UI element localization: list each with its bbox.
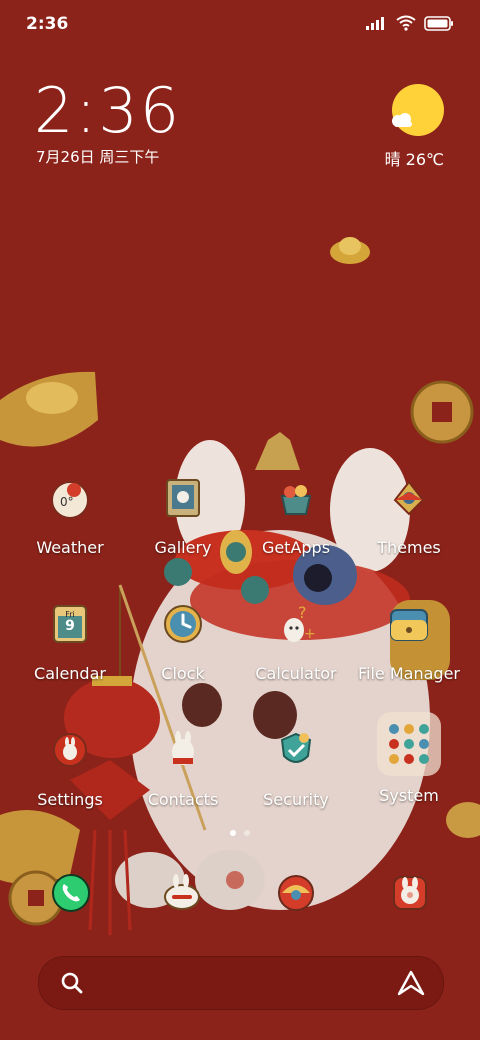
app-contacts[interactable]: Contacts xyxy=(127,728,239,809)
calculator-icon: ? + xyxy=(274,602,318,646)
app-getapps[interactable]: GetApps xyxy=(240,476,352,557)
security-icon xyxy=(274,728,318,772)
app-settings[interactable]: Settings xyxy=(14,728,126,809)
app-calculator[interactable]: ? + Calculator xyxy=(240,602,352,683)
svg-text:+: + xyxy=(304,626,316,642)
browser-icon[interactable] xyxy=(274,871,318,915)
camera-icon[interactable] xyxy=(388,871,432,915)
app-system-folder[interactable]: System xyxy=(353,712,465,805)
svg-text:?: ? xyxy=(298,603,307,622)
app-weather[interactable]: 0° Weather xyxy=(14,476,126,557)
phone-icon[interactable] xyxy=(49,871,93,915)
svg-text:0°: 0° xyxy=(60,495,74,509)
page-dot-active[interactable] xyxy=(230,830,236,836)
app-label: Gallery xyxy=(154,538,212,557)
app-label: Clock xyxy=(161,664,205,683)
app-gallery[interactable]: Gallery xyxy=(127,476,239,557)
weather-icon: 0° xyxy=(48,476,92,520)
system-folder-icon xyxy=(377,712,441,776)
gallery-icon xyxy=(161,476,205,520)
contacts-icon xyxy=(161,728,205,772)
app-label: Contacts xyxy=(147,790,219,809)
coin-icon xyxy=(410,380,474,444)
app-label: Weather xyxy=(36,538,104,557)
search-bar[interactable] xyxy=(38,956,444,1010)
page-indicator[interactable] xyxy=(0,830,480,836)
app-label: GetApps xyxy=(261,538,331,557)
app-label: Settings xyxy=(37,790,103,809)
themes-icon xyxy=(387,476,431,520)
app-label: Security xyxy=(263,790,329,809)
gold-ingot-icon xyxy=(330,237,370,264)
calendar-badge-date: 9 xyxy=(65,618,75,634)
app-calendar[interactable]: Fri 9 Calendar xyxy=(14,602,126,683)
app-file-manager[interactable]: File Manager xyxy=(353,602,465,683)
settings-icon xyxy=(48,728,92,772)
folder-icon xyxy=(387,602,431,646)
assistant-icon[interactable] xyxy=(397,970,425,996)
app-label: File Manager xyxy=(358,664,460,683)
app-label: System xyxy=(379,786,439,805)
search-icon[interactable] xyxy=(61,972,83,994)
app-label: Calendar xyxy=(34,664,106,683)
messages-icon[interactable] xyxy=(160,871,204,915)
app-security[interactable]: Security xyxy=(240,728,352,809)
getapps-icon xyxy=(274,476,318,520)
page-dot[interactable] xyxy=(244,830,250,836)
gold-ingot-icon xyxy=(0,371,98,447)
app-themes[interactable]: Themes xyxy=(353,476,465,557)
app-clock[interactable]: Clock xyxy=(127,602,239,683)
app-label: Calculator xyxy=(255,664,337,683)
app-label: Themes xyxy=(377,538,441,557)
clock-icon xyxy=(161,602,205,646)
